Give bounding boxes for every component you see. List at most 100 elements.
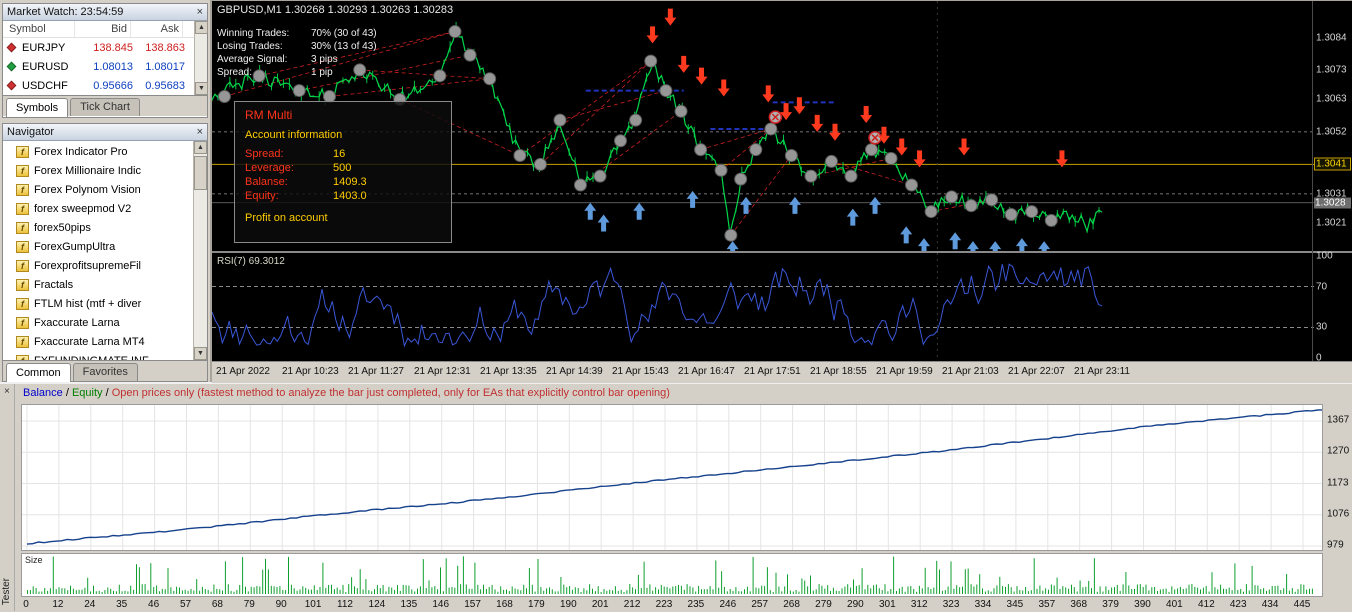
stat-line: Winning Trades:70% (30 of 43) bbox=[217, 27, 377, 40]
stat-value: 70% (30 of 43) bbox=[311, 27, 377, 40]
navigator-item[interactable]: fForex Indicator Pro bbox=[3, 142, 207, 161]
price-scale[interactable]: 1.30841.30731.30631.30521.30311.30211.30… bbox=[1312, 1, 1352, 361]
column-bid[interactable]: Bid bbox=[75, 21, 131, 37]
market-watch-row[interactable]: EURJPY138.845138.863 bbox=[3, 38, 207, 57]
scroll-up-icon[interactable]: ▲ bbox=[195, 21, 208, 34]
time-axis[interactable]: 21 Apr 202221 Apr 10:2321 Apr 11:2721 Ap… bbox=[212, 361, 1352, 383]
rsi-canvas[interactable] bbox=[212, 253, 1314, 361]
size-histogram[interactable]: Size bbox=[21, 553, 1323, 597]
market-watch-row[interactable]: USDCHF0.956660.95683 bbox=[3, 76, 207, 95]
navigator-item[interactable]: f Forex Polynom Vision bbox=[3, 180, 207, 199]
navigator-item[interactable]: fforex50pips bbox=[3, 218, 207, 237]
time-axis-label: 21 Apr 19:59 bbox=[876, 366, 933, 377]
navigator-tab-common[interactable]: Common bbox=[6, 363, 71, 382]
tester-x-label: 101 bbox=[305, 599, 322, 610]
scroll-down-icon[interactable]: ▼ bbox=[195, 82, 208, 95]
info-row: Spread:16 bbox=[245, 147, 441, 161]
close-icon[interactable]: × bbox=[197, 127, 203, 138]
rsi-subwindow[interactable]: RSI(7) 69.3012 bbox=[212, 251, 1352, 361]
navigator-item-label: FTLM hist (mtf + diver bbox=[34, 298, 141, 310]
close-icon[interactable]: × bbox=[4, 387, 10, 397]
time-axis-label: 21 Apr 11:27 bbox=[348, 366, 404, 377]
market-watch-titlebar: Market Watch: 23:54:59 × bbox=[3, 4, 207, 21]
navigator-item-label: Fractals bbox=[34, 279, 73, 291]
scroll-down-icon[interactable]: ▼ bbox=[194, 347, 207, 360]
tester-x-label: 268 bbox=[783, 599, 800, 610]
tester-tab-label[interactable]: Tester bbox=[1, 578, 12, 605]
tester-x-label: 412 bbox=[1198, 599, 1215, 610]
info-row: Balanse:1409.3 bbox=[245, 175, 441, 189]
navigator-item[interactable]: fFXFUNDINGMATE INF bbox=[3, 351, 207, 360]
legend-equity: Equity bbox=[72, 387, 103, 399]
time-axis-label: 21 Apr 13:35 bbox=[480, 366, 537, 377]
left-sidebar: Market Watch: 23:54:59 × Symbol Bid Ask … bbox=[0, 0, 210, 382]
price-chart[interactable]: GBPUSD,M1 1.30268 1.30293 1.30263 1.3028… bbox=[212, 1, 1314, 251]
tester-x-label: 146 bbox=[432, 599, 449, 610]
tester-x-label: 135 bbox=[400, 599, 417, 610]
price-direction-icon bbox=[7, 43, 17, 53]
time-axis-label: 21 Apr 10:23 bbox=[282, 366, 339, 377]
tester-x-label: 279 bbox=[815, 599, 832, 610]
market-watch-row[interactable]: EURUSD1.080131.08017 bbox=[3, 57, 207, 76]
indicator-icon: f bbox=[16, 336, 29, 348]
scroll-up-icon[interactable]: ▲ bbox=[194, 141, 207, 154]
column-symbol[interactable]: Symbol bbox=[3, 21, 75, 37]
tester-y-label: 979 bbox=[1327, 540, 1344, 551]
tester-x-label: 168 bbox=[496, 599, 513, 610]
navigator-item[interactable]: fForex Millionaire Indic bbox=[3, 161, 207, 180]
price-direction-icon bbox=[7, 62, 17, 72]
tester-y-label: 1173 bbox=[1327, 477, 1349, 488]
tester-x-label: 246 bbox=[719, 599, 736, 610]
navigator-item[interactable]: fFxaccurate Larna MT4 bbox=[3, 332, 207, 351]
indicator-icon: f bbox=[16, 355, 29, 361]
symbol-name: EURJPY bbox=[22, 42, 80, 54]
ask-price: 138.863 bbox=[136, 42, 188, 54]
navigator-item[interactable]: fFractals bbox=[3, 275, 207, 294]
market-watch-header: Symbol Bid Ask bbox=[3, 21, 207, 38]
tester-x-label: 46 bbox=[148, 599, 159, 610]
market-watch-scrollbar[interactable]: ▲ ▼ bbox=[194, 21, 207, 95]
bid-price: 1.08013 bbox=[80, 61, 136, 73]
navigator-scrollbar[interactable]: ▲ ▼ bbox=[193, 141, 207, 360]
price-scale-tick: 1.3084 bbox=[1316, 32, 1347, 43]
tester-graph-area: Balance / Equity / Open prices only (fas… bbox=[15, 384, 1352, 611]
navigator-item[interactable]: fForexprofitsupremeFil bbox=[3, 256, 207, 275]
balance-graph[interactable] bbox=[21, 404, 1323, 551]
navigator-item[interactable]: fFTLM hist (mtf + diver bbox=[3, 294, 207, 313]
legend-separator: / bbox=[103, 387, 112, 399]
close-icon[interactable]: × bbox=[197, 7, 203, 18]
info-label: Leverage: bbox=[245, 161, 333, 175]
tester-x-label: 257 bbox=[751, 599, 768, 610]
navigator-item[interactable]: fforex sweepmod V2 bbox=[3, 199, 207, 218]
legend-note: Open prices only (fastest method to anal… bbox=[112, 387, 670, 399]
market-watch-tab-tick-chart[interactable]: Tick Chart bbox=[70, 98, 140, 116]
stat-value: 30% (13 of 43) bbox=[311, 40, 377, 53]
ask-price: 0.95683 bbox=[136, 80, 188, 92]
navigator-item[interactable]: fFxaccurate Larna bbox=[3, 313, 207, 332]
tester-x-label: 12 bbox=[52, 599, 63, 610]
tester-x-label: 334 bbox=[975, 599, 992, 610]
stat-value: 3 pips bbox=[311, 53, 338, 66]
stat-label: Spread: bbox=[217, 66, 311, 79]
scrollbar-thumb[interactable] bbox=[194, 156, 207, 190]
navigator-item-label: forex sweepmod V2 bbox=[34, 203, 131, 215]
price-scale-tick: 1.3073 bbox=[1316, 64, 1347, 75]
indicator-icon: f bbox=[16, 184, 29, 196]
navigator-tab-favorites[interactable]: Favorites bbox=[73, 363, 138, 381]
indicator-icon: f bbox=[16, 146, 29, 158]
rsi-scale-tick: 70 bbox=[1316, 281, 1327, 292]
tester-x-label: 301 bbox=[879, 599, 896, 610]
navigator-item-label: Forex Polynom Vision bbox=[34, 184, 141, 196]
navigator-item[interactable]: fForexGumpUltra bbox=[3, 237, 207, 256]
column-ask[interactable]: Ask bbox=[131, 21, 183, 37]
stat-label: Winning Trades: bbox=[217, 27, 311, 40]
market-watch-tab-symbols[interactable]: Symbols bbox=[6, 98, 68, 117]
legend-separator: / bbox=[63, 387, 72, 399]
info-box-rows: Spread:16Leverage:500Balanse:1409.3Equit… bbox=[245, 147, 441, 203]
symbol-name: EURUSD bbox=[22, 61, 80, 73]
navigator-item-label: Forex Millionaire Indic bbox=[34, 165, 141, 177]
info-label: Balanse: bbox=[245, 175, 333, 189]
tester-x-label: 290 bbox=[847, 599, 864, 610]
info-value: 1403.0 bbox=[333, 189, 367, 203]
tester-x-label: 312 bbox=[911, 599, 928, 610]
